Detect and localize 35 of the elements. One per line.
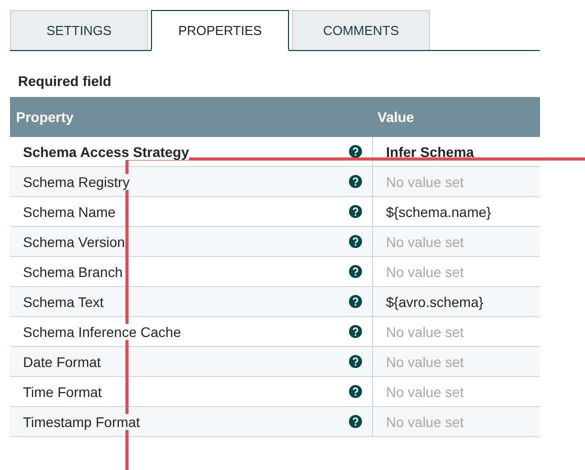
tab[interactable]: PROPERTIES	[151, 10, 289, 51]
tab[interactable]: COMMENTS	[292, 10, 430, 50]
property-value: No value set	[385, 354, 464, 370]
help-icon[interactable]	[349, 175, 362, 188]
property-name: Timestamp Format	[23, 414, 140, 430]
property-name: Schema Inference Cache	[23, 324, 181, 340]
property-value: ${avro.schema}	[385, 294, 484, 310]
property-name: Schema Access Strategy	[23, 144, 190, 160]
tab[interactable]: SETTINGS	[10, 10, 148, 50]
help-icon[interactable]	[349, 385, 362, 398]
property-value: No value set	[385, 384, 464, 400]
property-value: No value set	[385, 324, 464, 340]
property-value: No value set	[385, 174, 464, 190]
legend-text: Required field	[18, 73, 112, 91]
help-icon[interactable]	[349, 205, 362, 218]
help-icon[interactable]	[349, 145, 362, 158]
help-icon[interactable]	[349, 295, 362, 308]
property-value: No value set	[385, 414, 464, 430]
property-name: Schema Branch	[23, 264, 123, 280]
help-icon[interactable]	[349, 325, 362, 338]
column-header: Property	[10, 97, 372, 137]
help-icon[interactable]	[349, 265, 362, 278]
help-icon[interactable]	[349, 355, 362, 368]
property-value: Infer Schema	[385, 144, 474, 160]
property-name: Schema Text	[23, 294, 104, 310]
property-value: No value set	[385, 264, 464, 280]
property-name: Schema Registry	[23, 174, 130, 190]
property-value: ${schema.name}	[385, 204, 492, 220]
column-header: Value	[372, 97, 540, 137]
property-name: Schema Version	[23, 234, 125, 250]
property-name: Time Format	[23, 384, 102, 400]
help-icon[interactable]	[349, 415, 362, 428]
property-name: Schema Name	[23, 204, 116, 220]
help-icon[interactable]	[349, 235, 362, 248]
property-value: No value set	[385, 234, 464, 250]
